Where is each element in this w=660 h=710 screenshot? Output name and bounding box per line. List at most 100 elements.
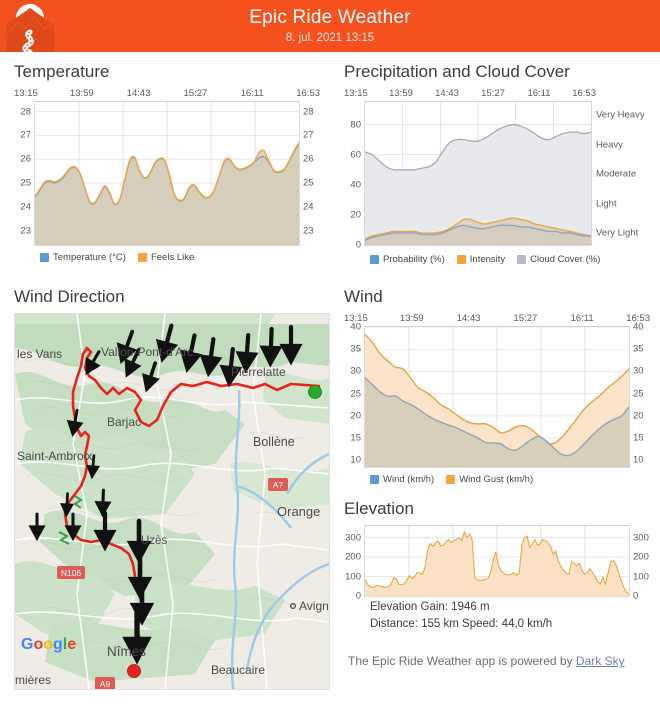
y-tick: 15 [350,432,361,444]
legend-item[interactable]: Intensity [456,254,505,265]
panel-precipitation: Precipitation and Cloud Cover 13:15 13:59… [330,52,660,277]
app-date: 8. jul. 2021 13:15 [285,31,375,44]
precipitation-title: Precipitation and Cloud Cover [344,62,570,81]
svg-text:Bollène: Bollène [253,435,295,449]
route-start-marker [308,385,322,399]
legend-swatch [370,254,379,264]
y-tick: 35 [633,343,644,355]
y-tick: 26 [20,153,31,165]
y-tick: 25 [350,388,361,400]
precipitation-plot-area [364,101,592,246]
svg-text:A9: A9 [100,679,111,689]
mountain-road-logo [6,4,54,52]
legend-swatch [137,253,147,262]
legend-item[interactable]: Temperature (°C) [40,252,126,263]
y-tick: 26 [303,153,314,165]
legend-item[interactable]: Wind (km/h) [370,474,434,485]
temperature-legend: Temperature (°C) Feels Like [14,246,320,263]
y-tick: 60 [350,149,361,161]
legend-item[interactable]: Cloud Cover (%) [517,254,600,265]
dashboard-grid: Temperature 13:15 13:59 14:43 15:27 16:11 16:… [0,52,660,690]
y-tick: 0 [355,239,361,251]
legend-label: Feels Like [150,252,195,263]
legend-swatch [456,254,466,264]
legend-label: Temperature (°C) [53,252,126,263]
svg-text:Beaucaire: Beaucaire [211,663,265,677]
y-tick: Very Heavy [596,109,645,121]
y-tick: 100 [633,571,649,583]
y-tick: 40 [350,179,361,191]
y-tick: 100 [345,571,361,583]
y-tick: 10 [633,454,644,466]
precipitation-y-axis-left: 0 20 40 60 80 [344,101,364,250]
svg-text:Avignon: Avignon [299,599,329,613]
x-tick: 16:11 [570,313,594,324]
wind-legend: Wind (km/h) Wind Gust (km/h) [344,468,650,485]
dark-sky-link[interactable]: Dark Sky [576,654,625,668]
y-tick: 25 [303,177,314,189]
y-tick: 300 [345,532,361,544]
temperature-y-axis-left: 23 24 25 26 27 28 [14,101,34,246]
legend-item[interactable]: Feels Like [137,252,195,263]
elevation-plot-area [364,525,630,597]
temperature-chart: 13:15 13:59 14:43 15:27 16:11 16:53 23 24 25 26 2… [14,88,320,263]
wind-y-axis-left: 10 15 20 25 30 35 40 [344,322,364,468]
wind-direction-title: Wind Direction [14,287,125,306]
svg-text:les Vans: les Vans [17,347,62,361]
temperature-title: Temperature [14,62,110,81]
legend-label: Probability (%) [383,253,445,265]
y-tick: 0 [633,590,639,602]
legend-item[interactable]: Probability (%) [370,254,445,265]
map-canvas[interactable]: A7 N106 A9 les Vans Vallon-Pont-d'Arc Ba… [15,314,329,689]
precipitation-y-axis-right: Very Light Light Moderate Heavy Very Heavy [592,101,650,248]
svg-text:Pierrelatte: Pierrelatte [231,365,286,379]
precipitation-legend: Probability (%) Intensity Cloud Cover (%) [344,248,650,265]
footer: The Epic Ride Weather app is powered by … [344,632,650,668]
y-tick: 200 [633,551,649,563]
y-tick: Very Light [596,227,639,239]
y-tick: 40 [633,321,644,333]
x-tick: 15:27 [513,313,538,324]
elevation-y-axis-right: 0 100 200 300 [630,525,650,601]
y-tick: 23 [20,225,31,237]
route-end-marker [127,664,141,678]
x-tick: 16:11 [240,88,264,99]
legend-label: Wind Gust (km/h) [459,474,534,485]
wind-direction-map[interactable]: A7 N106 A9 les Vans Vallon-Pont-d'Arc Ba… [14,313,330,690]
x-tick: 16:53 [296,88,320,99]
precipitation-chart: 13:15 13:59 14:43 15:27 16:11 16:53 0 20 40 60 80… [344,88,650,265]
y-tick: Light [596,198,617,210]
svg-text:mières: mières [15,673,51,687]
legend-item[interactable]: Wind Gust (km/h) [446,474,533,485]
temperature-x-axis: 13:15 13:59 14:43 15:27 16:11 16:53 [14,88,320,101]
y-tick: 25 [633,388,644,400]
svg-text:A7: A7 [273,480,284,490]
wind-y-axis-right: 10 15 20 25 30 35 40 [630,322,650,468]
y-tick: 30 [350,365,361,377]
x-tick: 13:15 [344,313,368,324]
x-tick: 13:15 [14,88,38,99]
x-tick: 14:43 [456,313,481,324]
svg-text:Nîmes: Nîmes [107,644,146,659]
x-tick: 13:59 [399,313,424,324]
wind-chart: 13:15 13:59 14:43 15:27 16:11 16:53 10 15 20 25 3… [344,313,650,485]
y-tick: 28 [303,106,314,118]
svg-text:Uzès: Uzès [141,535,167,547]
app-header: Epic Ride Weather 8. jul. 2021 13:15 [0,0,660,52]
y-tick: Moderate [596,168,637,180]
y-tick: Heavy [596,139,623,151]
legend-label: Wind (km/h) [383,474,435,485]
y-tick: 15 [633,432,644,444]
x-tick: 14:43 [126,88,151,99]
y-tick: 23 [303,225,314,237]
elevation-gain: Elevation Gain: 1946 m [370,601,490,613]
legend-swatch [40,253,49,262]
wind-plot-area [364,326,630,468]
wind-title: Wind [344,287,383,306]
y-tick: 20 [350,209,361,221]
x-tick: 13:15 [344,88,368,99]
wind-x-axis: 13:15 13:59 14:43 15:27 16:11 16:53 [344,313,650,326]
y-tick: 27 [303,129,314,141]
y-tick: 24 [20,201,31,213]
svg-text:N106: N106 [61,568,82,578]
